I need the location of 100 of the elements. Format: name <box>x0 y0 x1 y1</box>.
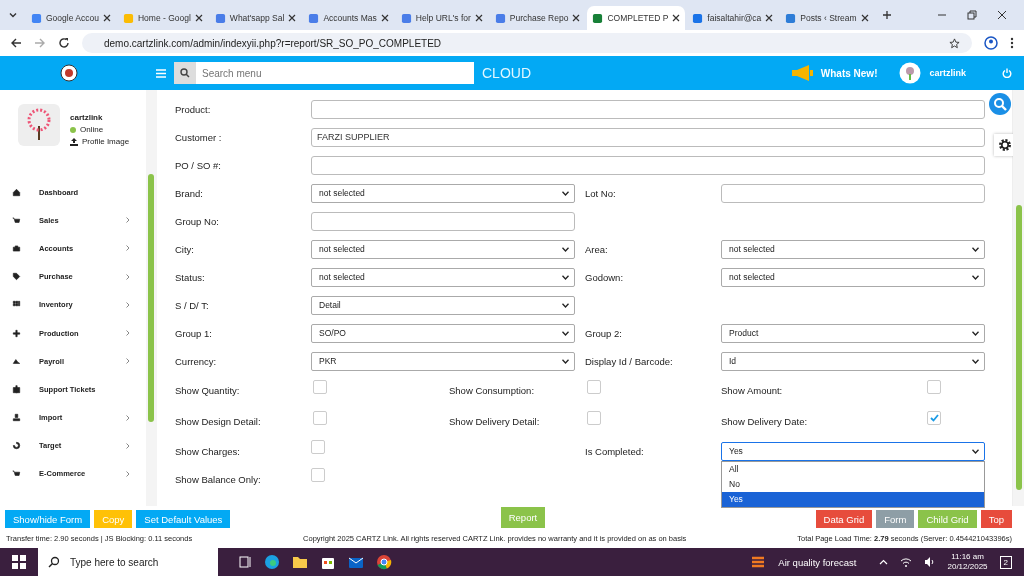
close-icon[interactable] <box>102 14 111 22</box>
input-field[interactable] <box>311 99 985 119</box>
caret-icon <box>562 302 569 308</box>
checkbox[interactable] <box>311 468 325 482</box>
field-label: Display Id / Barcode: <box>585 355 674 367</box>
close-icon[interactable] <box>860 14 869 22</box>
profile-image-link[interactable]: Profile Image <box>82 137 130 146</box>
close-icon[interactable] <box>474 14 483 22</box>
dropdown[interactable]: Product <box>721 323 985 343</box>
wifi-icon[interactable] <box>899 556 912 568</box>
megaphone-icon <box>790 64 813 82</box>
restore-icon[interactable] <box>967 10 977 20</box>
input-field[interactable] <box>311 155 985 175</box>
browser-tab[interactable]: Google Accou <box>26 6 116 30</box>
star-icon[interactable] <box>949 37 960 49</box>
dropdown[interactable]: PKR <box>311 351 575 371</box>
close-icon[interactable] <box>765 14 774 22</box>
folder-icon[interactable] <box>292 554 308 570</box>
settings-button[interactable] <box>994 134 1016 156</box>
checkbox[interactable] <box>587 410 601 425</box>
page-icon <box>400 12 412 24</box>
checkbox[interactable] <box>313 410 327 425</box>
dropdown[interactable]: not selected <box>311 183 575 203</box>
checkbox[interactable] <box>927 379 941 394</box>
checkbox[interactable] <box>927 410 941 425</box>
browser-tab[interactable]: Home - Googl <box>117 6 208 30</box>
browser-tab[interactable]: Help URL's for <box>395 6 488 30</box>
search-field[interactable]: Search menu <box>174 62 474 84</box>
profile-icon[interactable] <box>984 36 998 50</box>
clock-time[interactable]: 11:16 am <box>951 552 984 562</box>
dropdown-option[interactable]: Yes <box>722 491 984 507</box>
dropdown[interactable]: Yes <box>721 441 985 461</box>
checkbox[interactable] <box>587 379 601 394</box>
chevron-up-icon[interactable] <box>878 559 888 565</box>
dropdown[interactable]: Id <box>721 351 985 371</box>
address-bar[interactable]: demo.cartzlink.com/admin/indexyii.php?r=report/SR_SO_PO_COMPLETED <box>82 33 972 53</box>
chevron-down-icon[interactable] <box>8 10 18 20</box>
dropdown[interactable]: Detail <box>311 295 575 315</box>
dropdown[interactable]: not selected <box>721 239 985 259</box>
start-icon[interactable] <box>12 555 26 569</box>
field-label: Currency: <box>175 355 218 367</box>
home-icon <box>12 187 21 197</box>
field-label: Lot No: <box>585 187 617 199</box>
checkbox[interactable] <box>313 379 327 394</box>
caret-icon <box>562 330 569 336</box>
chevron-right-icon <box>126 330 130 337</box>
field-label: Product: <box>175 103 212 115</box>
menu-icon[interactable] <box>156 68 166 78</box>
clock-date[interactable]: 20/12/2025 <box>947 562 988 572</box>
caret-icon <box>972 246 979 252</box>
power-icon[interactable] <box>1002 68 1012 78</box>
field-label: Show Charges: <box>175 445 241 457</box>
scrollbar[interactable] <box>1016 205 1022 490</box>
field-label: Customer : <box>175 131 223 143</box>
input-field[interactable] <box>721 183 985 203</box>
reload-icon[interactable] <box>58 37 70 49</box>
back-icon[interactable] <box>10 37 22 49</box>
dropdown[interactable]: not selected <box>721 267 985 287</box>
view-button[interactable]: Data Grid <box>815 510 873 528</box>
edge-icon[interactable] <box>264 554 280 570</box>
browser-tab[interactable]: Posts ‹ Stream <box>780 6 874 30</box>
close-icon[interactable] <box>672 14 681 22</box>
close-icon[interactable] <box>194 14 203 22</box>
volume-icon[interactable] <box>923 556 936 568</box>
browser-tab[interactable]: faisaltahir@ca <box>687 6 779 30</box>
dropdown[interactable]: not selected <box>311 267 575 287</box>
close-icon[interactable] <box>572 14 581 22</box>
browser-tab[interactable]: Purchase Repo <box>489 6 586 30</box>
dropdown-option[interactable]: No <box>722 476 984 492</box>
page-icon <box>308 12 320 24</box>
field-label: City: <box>175 243 195 255</box>
logo-icon <box>60 64 78 82</box>
view-button[interactable]: Top <box>980 510 1012 528</box>
search-icon <box>180 68 190 78</box>
dropdown-option[interactable]: All <box>722 461 984 477</box>
search-input[interactable]: Type here to search <box>68 555 218 569</box>
close-icon[interactable] <box>997 10 1007 20</box>
new-tab-icon[interactable] <box>881 10 892 20</box>
browser-tab[interactable]: COMPLETED P <box>587 6 686 30</box>
more-menu-icon[interactable] <box>1010 37 1014 49</box>
page-icon <box>494 12 506 24</box>
close-icon[interactable] <box>288 14 297 22</box>
input-field[interactable] <box>311 211 575 231</box>
browser-tab[interactable]: Accounts Mas <box>303 6 394 30</box>
close-icon[interactable] <box>380 14 389 22</box>
search-button[interactable] <box>989 93 1011 115</box>
chevron-right-icon <box>126 273 130 280</box>
browser-tab[interactable]: What'sapp Sal <box>209 6 302 30</box>
page-icon <box>122 12 134 24</box>
checkbox[interactable] <box>311 440 325 454</box>
weather-text[interactable]: Air quality forecast <box>778 556 857 568</box>
scrollbar[interactable] <box>148 174 154 422</box>
plus-icon <box>12 328 21 338</box>
input-field[interactable]: FARZI SUPPLIER <box>311 127 985 147</box>
dropdown[interactable]: not selected <box>311 239 575 259</box>
notification-button[interactable]: 2 <box>999 555 1012 569</box>
task-view-icon[interactable] <box>238 555 252 569</box>
dropdown[interactable]: SO/PO <box>311 323 575 343</box>
taskbar-search-field[interactable]: Type here to search <box>38 548 218 576</box>
chrome-icon[interactable] <box>376 554 392 570</box>
